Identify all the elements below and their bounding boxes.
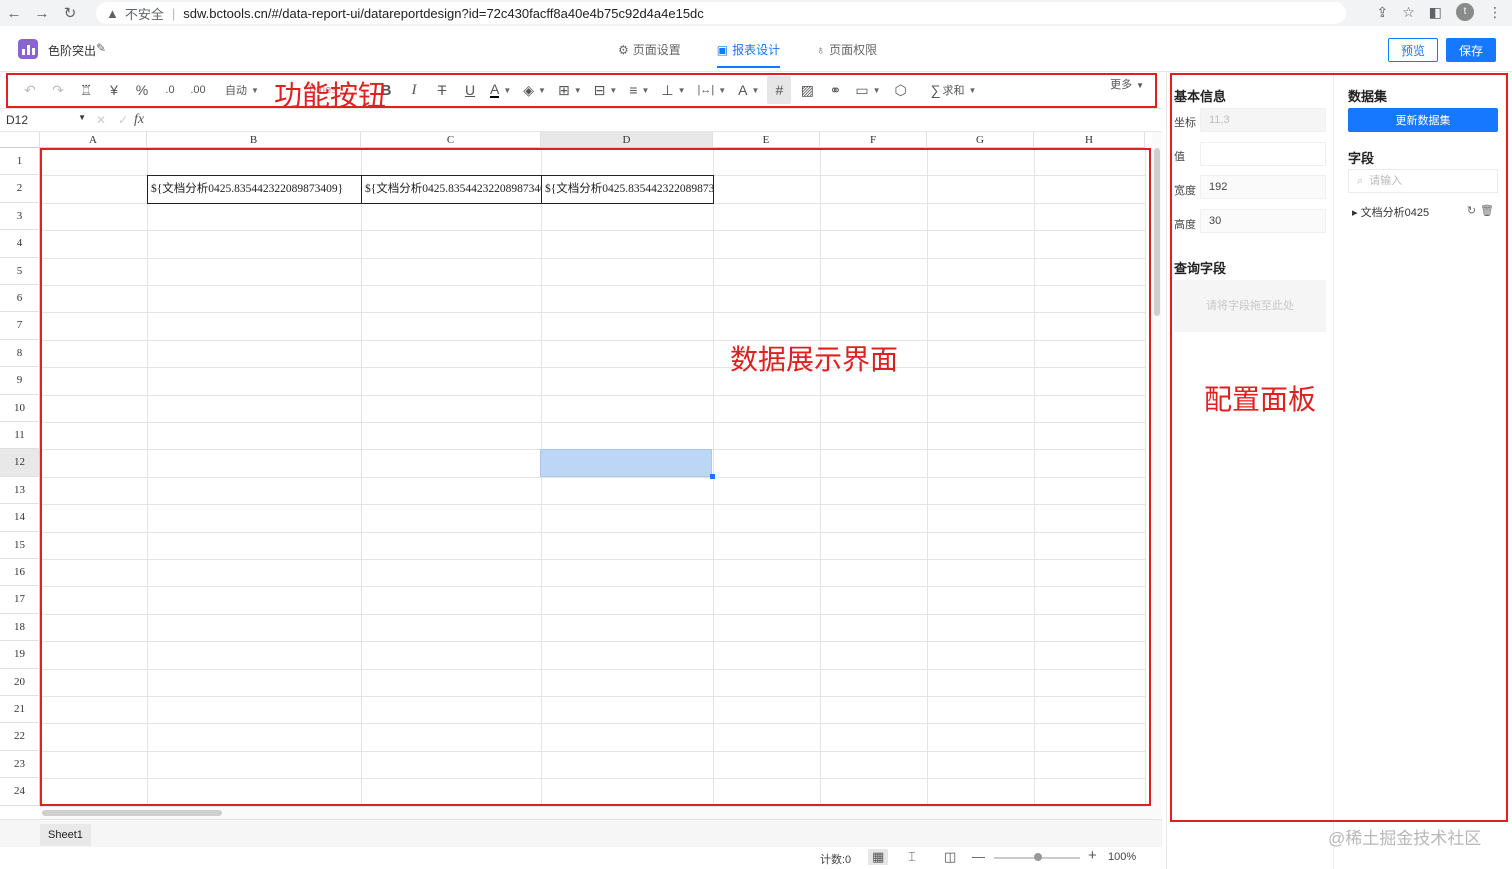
app-header: 色阶突出 ✎ ⚙ 页面设置 ▣ 报表设计 ♁ 页面权限 预览 保存 bbox=[0, 26, 1512, 72]
row-header[interactable]: 14 bbox=[0, 504, 40, 532]
row-header[interactable]: 5 bbox=[0, 257, 40, 285]
chevron-down-icon: ▼ bbox=[78, 113, 86, 122]
bookmark-star-icon[interactable]: ☆ bbox=[1402, 4, 1415, 21]
panel-annotation-label: 配置面板 bbox=[1204, 383, 1317, 416]
address-bar[interactable]: ▲ 不安全 | sdw.bctools.cn/#/data-report-ui/… bbox=[96, 2, 1346, 24]
row-header[interactable]: 17 bbox=[0, 586, 40, 614]
grid-annotation-label: 数据展示界面 bbox=[730, 343, 899, 376]
tab-report-design[interactable]: ▣ 报表设计 bbox=[716, 26, 781, 72]
edit-title-icon[interactable]: ✎ bbox=[96, 41, 106, 55]
row-header[interactable]: 18 bbox=[0, 613, 40, 642]
report-icon: ▣ bbox=[716, 43, 729, 57]
sheet-tabs-bar: Sheet1 bbox=[0, 819, 1162, 847]
column-header[interactable]: D bbox=[541, 132, 713, 148]
share-icon[interactable]: ⇪ bbox=[1376, 4, 1388, 21]
formula-bar: D12 ▼ ✕ ✓ fx bbox=[0, 108, 1162, 132]
column-header[interactable]: A bbox=[40, 132, 147, 148]
column-header[interactable]: C bbox=[361, 132, 541, 148]
lock-icon: ♁ bbox=[816, 43, 826, 57]
confirm-icon[interactable]: ✓ bbox=[112, 113, 134, 127]
row-header[interactable]: 15 bbox=[0, 531, 40, 559]
horizontal-scrollbar[interactable] bbox=[40, 807, 1152, 819]
tab-label: 页面权限 bbox=[829, 43, 878, 57]
row-header[interactable]: 22 bbox=[0, 723, 40, 751]
panel-annotation-box bbox=[1170, 73, 1508, 822]
row-header[interactable]: 4 bbox=[0, 230, 40, 258]
row-header[interactable]: 6 bbox=[0, 285, 40, 313]
app-logo-icon bbox=[18, 39, 38, 59]
row-header[interactable]: 9 bbox=[0, 367, 40, 395]
column-header[interactable]: F bbox=[820, 132, 927, 148]
browser-toolbar: ← → ↻ ▲ 不安全 | sdw.bctools.cn/#/data-repo… bbox=[0, 0, 1512, 26]
row-header[interactable]: 13 bbox=[0, 476, 40, 505]
tab-page-settings[interactable]: ⚙ 页面设置 bbox=[618, 26, 681, 72]
page-view-icon[interactable]: ◫ bbox=[944, 849, 956, 865]
row-header[interactable]: 8 bbox=[0, 339, 40, 368]
gear-icon: ⚙ bbox=[618, 43, 629, 57]
url-text[interactable]: sdw.bctools.cn/#/data-report-ui/datarepo… bbox=[183, 6, 704, 21]
menu-kebab-icon[interactable]: ⋮ bbox=[1488, 4, 1502, 21]
row-header[interactable]: 24 bbox=[0, 778, 40, 806]
row-header[interactable]: 3 bbox=[0, 202, 40, 231]
sheet-tab[interactable]: Sheet1 bbox=[40, 824, 91, 846]
row-header[interactable]: 21 bbox=[0, 696, 40, 724]
row-header[interactable]: 11 bbox=[0, 422, 40, 450]
row-header[interactable]: 20 bbox=[0, 668, 40, 696]
forward-icon[interactable]: → bbox=[28, 5, 56, 22]
sidebar-icon[interactable]: ◧ bbox=[1429, 4, 1442, 21]
browser-actions: ⇪ ☆ ◧ t ⋮ bbox=[1376, 3, 1502, 21]
column-header[interactable]: H bbox=[1034, 132, 1145, 148]
vertical-scrollbar[interactable] bbox=[1152, 132, 1162, 818]
report-title: 色阶突出 bbox=[48, 44, 97, 58]
zoom-slider-thumb[interactable] bbox=[1034, 853, 1042, 861]
scroll-thumb[interactable] bbox=[1154, 148, 1160, 316]
zoom-in-icon[interactable]: + bbox=[1088, 847, 1097, 864]
url-separator: | bbox=[171, 5, 176, 21]
row-header[interactable]: 19 bbox=[0, 641, 40, 669]
design-tabs: ⚙ 页面设置 ▣ 报表设计 ♁ 页面权限 bbox=[618, 26, 877, 72]
toolbar-annotation-box bbox=[6, 73, 1157, 108]
toolbar-annotation-label: 功能按钮 bbox=[274, 79, 387, 112]
row-header[interactable]: 10 bbox=[0, 394, 40, 422]
zoom-level: 100% bbox=[1108, 851, 1137, 863]
column-header[interactable]: E bbox=[713, 132, 820, 148]
insecure-label: 不安全 bbox=[124, 6, 164, 22]
row-header[interactable]: 1 bbox=[0, 148, 40, 176]
count-status: 计数:0 bbox=[820, 854, 852, 866]
row-header[interactable]: 23 bbox=[0, 750, 40, 779]
column-header[interactable]: B bbox=[147, 132, 361, 148]
tab-label: 页面设置 bbox=[632, 43, 681, 57]
preview-button[interactable]: 预览 bbox=[1388, 38, 1438, 62]
row-header[interactable]: 7 bbox=[0, 312, 40, 340]
normal-view-icon[interactable]: ▦ bbox=[868, 849, 889, 865]
zoom-out-icon[interactable]: — bbox=[972, 849, 985, 864]
cancel-icon[interactable]: ✕ bbox=[90, 113, 112, 127]
row-header[interactable]: 12 bbox=[0, 449, 40, 477]
scroll-thumb[interactable] bbox=[42, 810, 222, 816]
cell-name-box[interactable]: D12 ▼ bbox=[0, 113, 90, 127]
cell-ref: D12 bbox=[6, 113, 29, 127]
profile-avatar[interactable]: t bbox=[1456, 3, 1474, 21]
tab-label: 报表设计 bbox=[732, 43, 781, 57]
column-header[interactable]: G bbox=[927, 132, 1034, 148]
warning-icon: ▲ bbox=[106, 5, 119, 21]
text-view-icon[interactable]: ⌶ bbox=[908, 849, 916, 865]
row-header[interactable]: 16 bbox=[0, 559, 40, 587]
back-icon[interactable]: ← bbox=[0, 5, 28, 22]
save-button[interactable]: 保存 bbox=[1446, 38, 1496, 62]
watermark: @稀土掘金技术社区 bbox=[1328, 829, 1482, 848]
reload-icon[interactable]: ↻ bbox=[56, 4, 84, 22]
grid-annotation-box bbox=[40, 148, 1151, 806]
tab-page-permission[interactable]: ♁ 页面权限 bbox=[816, 26, 877, 72]
status-bar: 计数:0 ▦ ⌶ ◫ — + 100% bbox=[0, 847, 1162, 869]
select-all-corner[interactable] bbox=[0, 132, 40, 148]
function-icon[interactable]: fx bbox=[134, 112, 156, 128]
row-header[interactable]: 2 bbox=[0, 175, 40, 203]
